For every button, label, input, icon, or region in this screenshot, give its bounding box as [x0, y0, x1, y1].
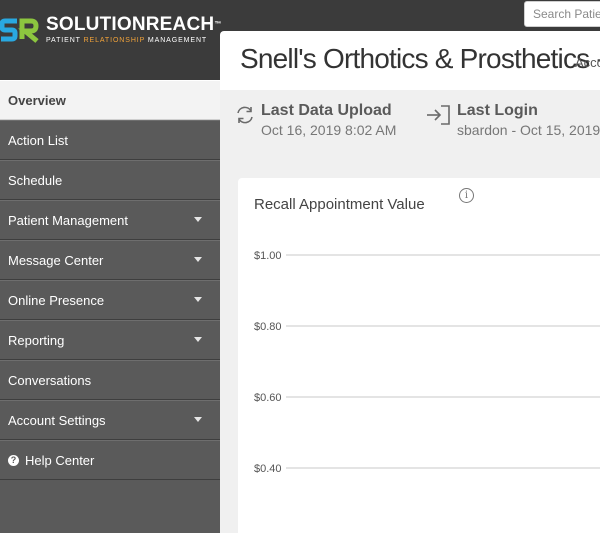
sidebar-item-account-settings[interactable]: Account Settings	[0, 400, 220, 440]
stats-bar: Last Data Upload Oct 16, 2019 8:02 AM La…	[220, 90, 600, 150]
caret-down-icon	[194, 257, 202, 262]
sidebar-item-label: Online Presence	[8, 292, 105, 308]
last-login-value: sbardon - Oct 15, 2019	[457, 122, 600, 138]
y-tick-label: $0.80	[254, 321, 282, 333]
sidebar-item-patient-management[interactable]: Patient Management	[0, 200, 220, 240]
recall-value-chart: $1.00 $0.80 $0.60 $0.40	[254, 250, 600, 475]
sidebar-item-help-center[interactable]: ? Help Center	[0, 440, 220, 480]
search-input[interactable]: Search Patients	[524, 1, 600, 27]
caret-down-icon	[194, 217, 202, 222]
sidebar-item-label: Overview	[8, 92, 66, 108]
sidebar-item-action-list[interactable]: Action List	[0, 120, 220, 160]
sidebar-item-overview[interactable]: Overview	[0, 80, 220, 120]
sidebar-item-message-center[interactable]: Message Center	[0, 240, 220, 280]
last-upload-stat: Last Data Upload Oct 16, 2019 8:02 AM	[234, 102, 396, 138]
solutionreach-logo[interactable]: SOLUTIONREACH™ PATIENT RELATIONSHIP MANA…	[0, 14, 222, 46]
last-login-label: Last Login	[457, 102, 538, 119]
help-circle-icon: ?	[8, 454, 19, 466]
recall-appointment-card: Recall Appointment Value i $1.00 $0.80 $0.…	[238, 178, 600, 533]
last-login-stat: Last Login sbardon - Oct 15, 2019	[426, 102, 600, 138]
caret-down-icon	[194, 297, 202, 302]
card-title: Recall Appointment Value	[254, 196, 425, 213]
y-tick-label: $1.00	[254, 250, 282, 262]
sidebar-item-label: Patient Management	[8, 212, 128, 228]
sidebar-item-conversations[interactable]: Conversations	[0, 360, 220, 400]
brand-name: SOLUTIONREACH™	[46, 14, 222, 35]
sidebar-item-label: Schedule	[8, 172, 63, 188]
sidebar-item-label: Conversations	[8, 372, 92, 388]
sidebar-item-schedule[interactable]: Schedule	[0, 160, 220, 200]
info-icon[interactable]: i	[459, 188, 474, 203]
y-tick-label: $0.60	[254, 392, 282, 404]
sidebar-item-online-presence[interactable]: Online Presence	[0, 280, 220, 320]
sidebar-item-label: Help Center	[25, 452, 95, 468]
brand-tagline: PATIENT RELATIONSHIP MANAGEMENT	[46, 37, 208, 44]
sidebar-item-label: Action List	[8, 132, 68, 148]
sidebar-item-reporting[interactable]: Reporting	[0, 320, 220, 360]
y-tick-label: $0.40	[254, 463, 282, 475]
refresh-icon	[237, 106, 253, 124]
page-title: Snell's Orthotics & Prosthetics -	[240, 43, 600, 74]
sign-in-icon	[427, 105, 450, 125]
sidebar-item-label: Message Center	[8, 252, 104, 268]
page-subtitle[interactable]: Acco	[575, 55, 600, 70]
page-header: Snell's Orthotics & Prosthetics - Acco	[220, 31, 600, 90]
sidebar-item-label: Reporting	[8, 332, 65, 348]
last-upload-label: Last Data Upload	[261, 102, 392, 119]
caret-down-icon	[194, 337, 202, 342]
sidebar: Overview Action List Schedule Patient Ma…	[0, 80, 220, 533]
logo-mark-icon	[0, 14, 40, 46]
sidebar-item-label: Account Settings	[8, 412, 106, 428]
last-upload-value: Oct 16, 2019 8:02 AM	[261, 122, 397, 138]
caret-down-icon	[194, 417, 202, 422]
